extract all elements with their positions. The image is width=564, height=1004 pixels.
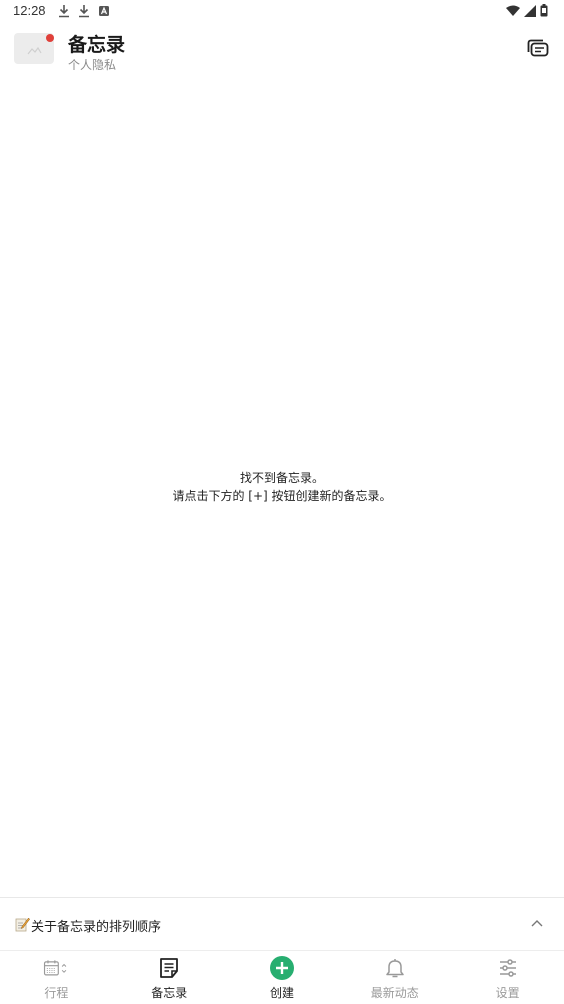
- signal-icon: [524, 4, 536, 17]
- memo-emoji-icon: [15, 917, 30, 932]
- nav-label-settings: 设置: [495, 986, 520, 1000]
- bottom-nav: 行程 备忘录 创建 最新动态 设置: [0, 952, 564, 1004]
- status-time: 12:28: [13, 3, 46, 18]
- status-bar: 12:28: [0, 0, 564, 24]
- plus-circle-icon: [269, 956, 294, 980]
- app-notification-icon: [99, 6, 109, 16]
- battery-icon: [540, 4, 548, 17]
- sort-order-label: 关于备忘录的排列顺序: [31, 920, 162, 935]
- nav-label-memo: 备忘录: [151, 986, 188, 1000]
- bell-icon: [386, 959, 404, 978]
- nav-label-updates: 最新动态: [370, 986, 419, 1000]
- nav-item-updates[interactable]: 最新动态: [338, 952, 451, 1004]
- nav-item-memo[interactable]: 备忘录: [113, 952, 226, 1004]
- page-title: 备忘录: [68, 34, 126, 56]
- nav-label-schedule: 行程: [44, 986, 69, 1000]
- sliders-icon: [499, 959, 516, 977]
- sort-order-bar[interactable]: 关于备忘录的排列顺序: [0, 897, 564, 951]
- chat-list-button[interactable]: [526, 38, 550, 60]
- chevron-up-icon[interactable]: [530, 918, 544, 928]
- memo-icon: [160, 958, 179, 978]
- nav-item-create[interactable]: 创建: [226, 952, 339, 1004]
- app-header: 备忘录 个人隐私: [0, 28, 564, 76]
- chat-list-icon: [527, 39, 549, 57]
- wifi-icon: [506, 5, 520, 16]
- empty-state-title: 找不到备忘录。: [239, 471, 324, 485]
- empty-state: 找不到备忘录。 请点击下方的 [+] 按钮创建新的备忘录。: [0, 470, 564, 505]
- nav-item-schedule[interactable]: 行程: [0, 952, 113, 1004]
- empty-state-hint: 请点击下方的 [+] 按钮创建新的备忘录。: [172, 489, 392, 503]
- nav-item-settings[interactable]: 设置: [451, 952, 564, 1004]
- nav-label-create: 创建: [269, 986, 294, 1000]
- notification-dot: [46, 34, 54, 42]
- download-icon: [79, 5, 89, 18]
- download-icon: [59, 5, 69, 18]
- calendar-icon: [44, 960, 67, 976]
- page-subtitle: 个人隐私: [68, 58, 117, 72]
